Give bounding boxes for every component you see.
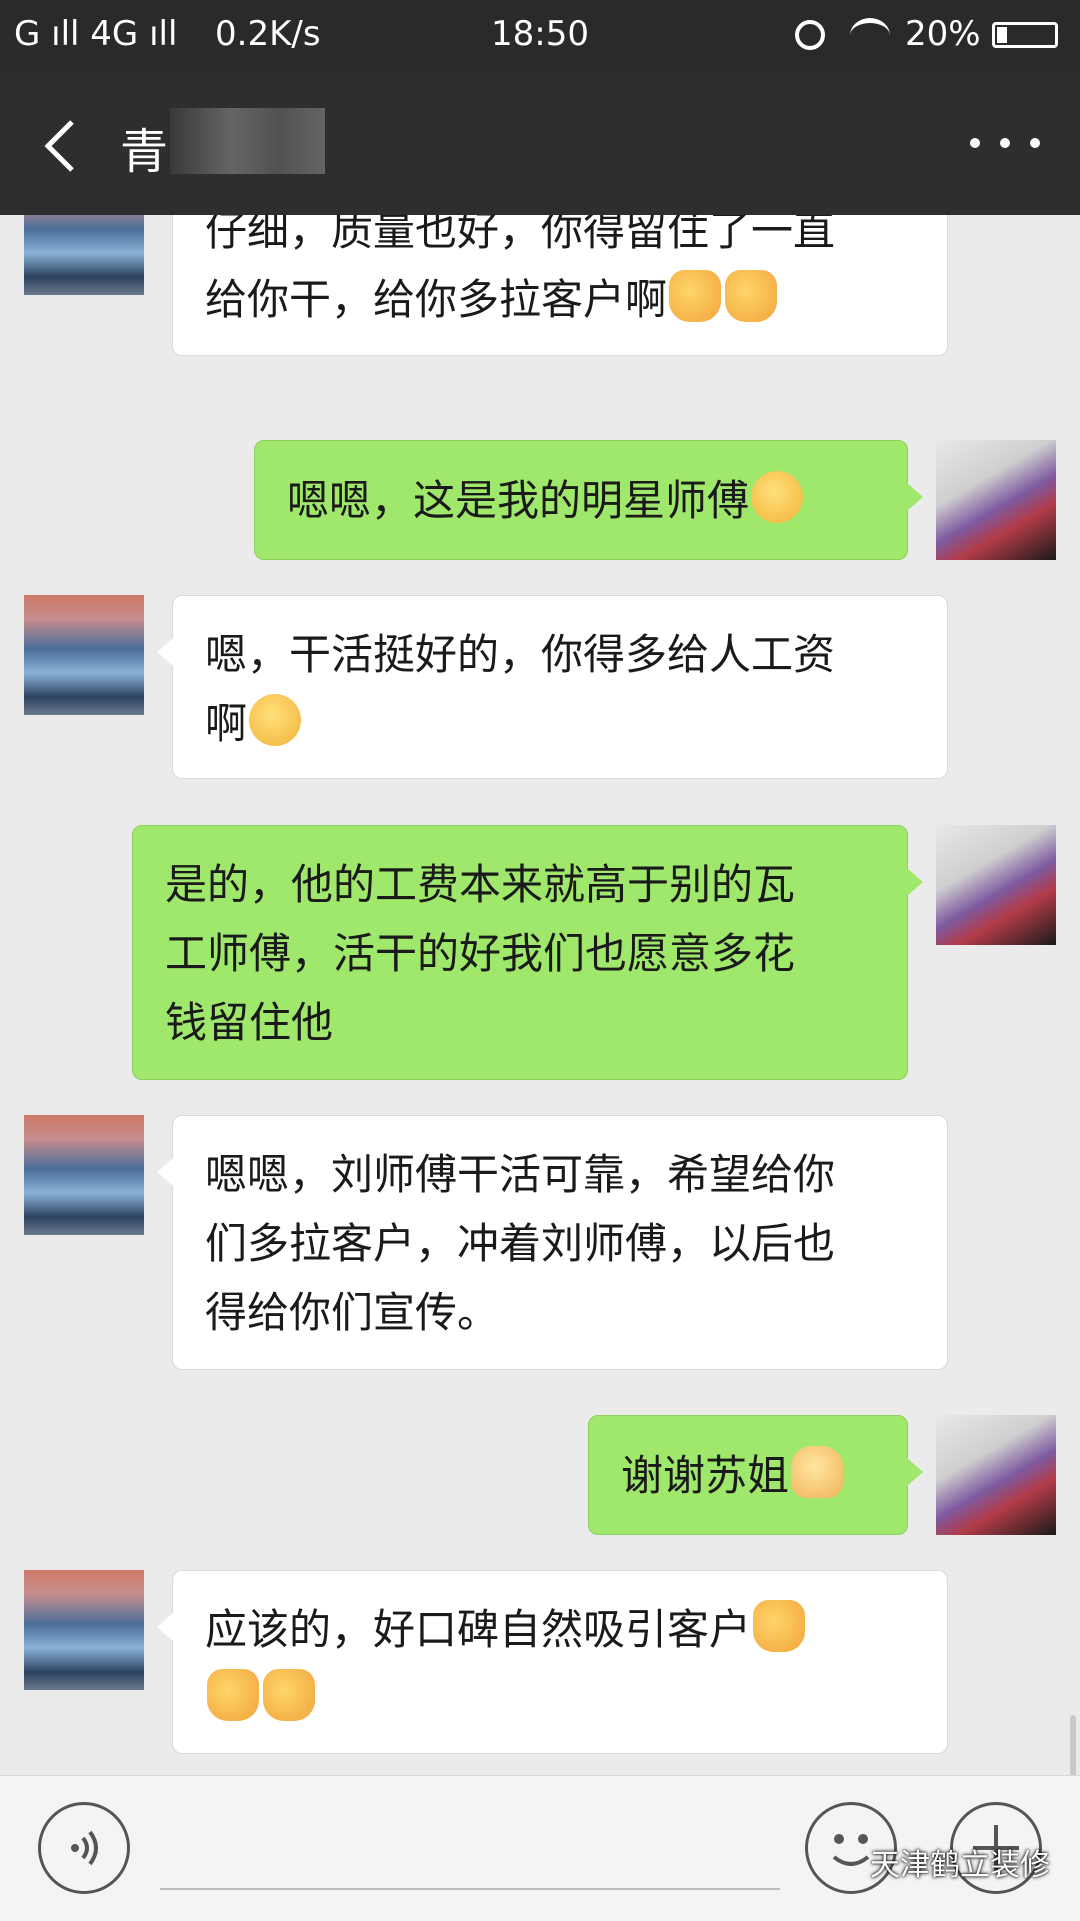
message-bubble-outgoing[interactable]: 谢谢苏姐 <box>588 1415 923 1535</box>
thumbs-up-icon <box>725 270 778 322</box>
contact-avatar[interactable] <box>24 1115 144 1235</box>
message-bubble-incoming[interactable]: 仔细，质量也好，你得留住了一直 给你干，给你多拉客户啊 <box>172 215 948 356</box>
message-text: 应该的，好口碑自然吸引客户 <box>205 1605 752 1654</box>
my-avatar[interactable] <box>936 1415 1056 1535</box>
watermark: 天津鹤立装修 <box>870 1848 1050 1883</box>
message-bubble-outgoing[interactable]: 嗯嗯，这是我的明星师傅 <box>254 440 923 560</box>
voice-icon[interactable] <box>38 1802 130 1894</box>
message-bubble-incoming[interactable]: 应该的，好口碑自然吸引客户 <box>157 1570 948 1754</box>
message-text: 是的，他的工费本来就高于别的瓦 <box>165 860 796 909</box>
contact-avatar[interactable] <box>24 1570 144 1690</box>
chevron-left-icon[interactable] <box>38 116 94 176</box>
message-text: 嗯嗯，这是我的明星师傅 <box>287 476 750 525</box>
chat-header: 青 <box>0 72 1080 215</box>
scrollbar[interactable] <box>1070 1715 1076 1775</box>
message-text-line: 给你干，给你多拉客户啊 <box>205 265 915 334</box>
message-list[interactable]: 仔细，质量也好，你得留住了一直 给你干，给你多拉客户啊 嗯嗯，这是我的明星师傅 … <box>0 215 1080 1775</box>
grimacing-face-icon <box>249 694 302 746</box>
thumbs-up-icon <box>207 1669 259 1721</box>
message-bubble-incoming[interactable]: 嗯嗯，刘师傅干活可靠，希望给你 们多拉客户，冲着刘师傅，以后也 得给你们宣传。 <box>157 1115 948 1370</box>
contact-avatar[interactable] <box>24 215 144 295</box>
battery-percent: 20% <box>905 14 981 54</box>
message-text: 仔细，质量也好，你得留住了一直 <box>205 215 836 255</box>
redacted-name <box>170 108 325 174</box>
contact-name[interactable]: 青 <box>120 112 168 182</box>
grinning-face-icon <box>751 471 804 523</box>
message-bubble-incoming[interactable]: 嗯，干活挺好的，你得多给人工资 啊 <box>157 595 948 779</box>
more-dots-icon[interactable] <box>970 122 1040 162</box>
thumbs-up-icon <box>753 1600 806 1652</box>
message-text: 嗯嗯，刘师傅干活可靠，希望给你 <box>205 1150 836 1199</box>
contact-avatar[interactable] <box>24 595 144 715</box>
thumbs-up-icon <box>669 270 722 322</box>
status-bar: G ıll 4G ıll 0.2K/s 18:50 20% <box>0 0 1080 72</box>
my-avatar[interactable] <box>936 825 1056 945</box>
wifi-icon <box>850 18 890 53</box>
message-bubble-outgoing[interactable]: 是的，他的工费本来就高于别的瓦 工师傅，活干的好我们也愿意多花 钱留住他 <box>132 825 923 1080</box>
victory-hand-icon <box>791 1446 844 1498</box>
my-avatar[interactable] <box>936 440 1056 560</box>
message-text: 谢谢苏姐 <box>621 1451 790 1500</box>
signal-indicator: G ıll 4G ıll <box>14 14 178 54</box>
thumbs-up-icon <box>263 1669 315 1721</box>
alarm-icon <box>795 20 825 50</box>
battery-icon <box>992 22 1058 48</box>
input-bar: 天津鹤立装修 <box>0 1775 1080 1921</box>
message-text: 嗯，干活挺好的，你得多给人工资 <box>205 630 836 679</box>
message-input[interactable] <box>160 1888 780 1890</box>
clock: 18:50 <box>491 14 589 54</box>
network-speed: 0.2K/s <box>215 14 321 54</box>
